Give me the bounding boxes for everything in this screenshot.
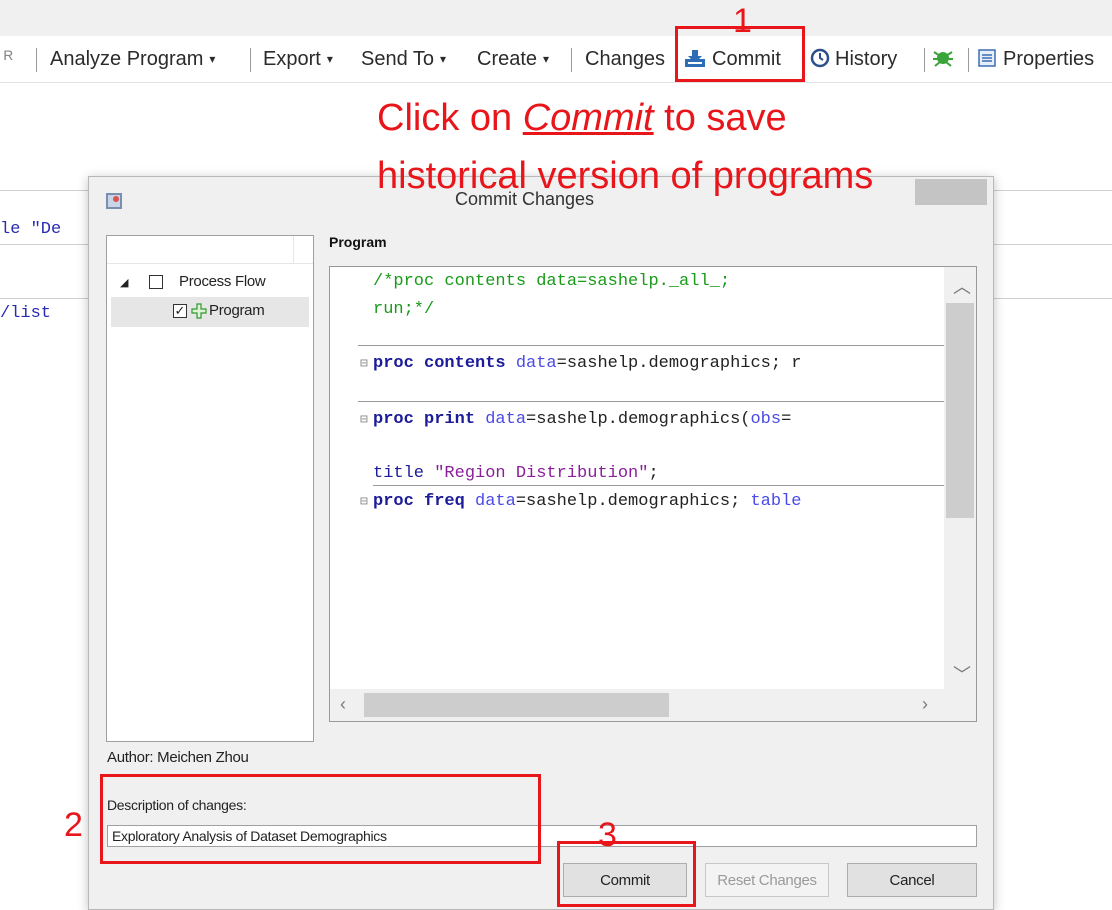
history-button[interactable]: History bbox=[810, 46, 897, 72]
horizontal-scroll-thumb[interactable] bbox=[364, 693, 669, 717]
analyze-program-label: Analyze Program bbox=[50, 48, 204, 70]
code-divider bbox=[373, 485, 946, 486]
toolbar-separator bbox=[924, 48, 925, 72]
code-divider bbox=[358, 345, 946, 346]
reset-changes-button[interactable]: Reset Changes bbox=[705, 863, 829, 897]
code-divider bbox=[358, 401, 946, 402]
process-flow-checkbox[interactable] bbox=[149, 275, 163, 289]
annotation-box-commit-button bbox=[557, 841, 696, 907]
toolbar-separator bbox=[36, 48, 37, 72]
annotation-step-1: 1 bbox=[733, 2, 752, 40]
history-label: History bbox=[835, 48, 898, 70]
export-label: Export bbox=[263, 48, 321, 70]
program-checkbox[interactable]: ✓ bbox=[173, 304, 187, 318]
scroll-down-icon[interactable]: ﹀ bbox=[953, 661, 971, 687]
cancel-button[interactable]: Cancel bbox=[847, 863, 977, 897]
changes-tree: ◢ Process Flow ✓ Program bbox=[106, 235, 314, 742]
scroll-left-icon[interactable]: ‹ bbox=[340, 694, 346, 715]
background-code-line: le "De bbox=[0, 220, 62, 239]
author-label: Author: Meichen Zhou bbox=[107, 749, 249, 766]
code-line: proc freq data=sashelp.demographics; tab… bbox=[373, 492, 802, 511]
tree-item-process-flow[interactable]: Process Flow bbox=[179, 273, 266, 290]
toolbar-separator bbox=[571, 48, 572, 72]
changes-button[interactable]: Changes bbox=[585, 46, 665, 72]
chevron-down-icon: ▾ bbox=[543, 52, 550, 66]
code-comment-line: /*proc contents data=sashelp._all_; bbox=[373, 272, 731, 291]
code-line: proc contents data=sashelp.demographics;… bbox=[373, 354, 802, 373]
scroll-up-icon[interactable]: ︿ bbox=[953, 273, 971, 299]
export-menu[interactable]: Export ▾ bbox=[263, 46, 333, 72]
chevron-down-icon: ▾ bbox=[326, 52, 333, 66]
code-viewer[interactable]: /*proc contents data=sashelp._all_; run;… bbox=[329, 266, 977, 722]
program-label: Program bbox=[329, 234, 387, 250]
properties-icon bbox=[978, 49, 996, 67]
scroll-right-icon[interactable]: › bbox=[922, 694, 928, 715]
annotation-callout-line1: Click on Commit to save bbox=[377, 97, 787, 139]
annotation-box-description bbox=[100, 774, 541, 864]
create-label: Create bbox=[477, 48, 538, 70]
app-icon bbox=[106, 193, 122, 209]
expand-arrow-icon[interactable]: ◢ bbox=[120, 276, 128, 289]
vertical-scroll-thumb[interactable] bbox=[946, 303, 974, 518]
send-to-label: Send To bbox=[361, 48, 435, 70]
code-comment-line: run;*/ bbox=[373, 300, 435, 319]
create-menu[interactable]: Create ▾ bbox=[477, 46, 549, 72]
properties-button[interactable]: Properties bbox=[977, 46, 1094, 72]
collapse-icon[interactable]: ⊟ bbox=[360, 412, 368, 427]
annotation-step-3: 3 bbox=[598, 816, 617, 854]
code-line: proc print data=sashelp.demographics(obs… bbox=[373, 410, 792, 429]
chevron-down-icon: ▾ bbox=[440, 52, 447, 66]
collapse-icon[interactable]: ⊟ bbox=[360, 494, 368, 509]
annotation-step-2: 2 bbox=[64, 806, 83, 844]
horizontal-scrollbar[interactable]: ‹ › bbox=[330, 689, 946, 721]
background-code-line: /list bbox=[0, 304, 52, 323]
tree-header-line bbox=[107, 263, 313, 264]
bug-icon[interactable] bbox=[932, 46, 954, 72]
toolbar-separator bbox=[250, 48, 251, 72]
annotation-callout-line2: historical version of programs bbox=[377, 155, 874, 197]
properties-label: Properties bbox=[1003, 48, 1095, 70]
program-plus-icon bbox=[191, 303, 207, 319]
analyze-program-menu[interactable]: Analyze Program ▾ bbox=[50, 46, 215, 72]
close-button[interactable] bbox=[915, 179, 987, 205]
history-icon bbox=[810, 48, 830, 68]
toolbar-separator bbox=[968, 48, 969, 72]
collapse-icon[interactable]: ⊟ bbox=[360, 356, 368, 371]
code-line: title "Region Distribution"; bbox=[373, 464, 659, 483]
tree-item-program[interactable]: Program bbox=[209, 302, 265, 319]
vertical-scrollbar[interactable]: ︿ ﹀ bbox=[944, 267, 976, 721]
chevron-down-icon: ▾ bbox=[209, 52, 216, 66]
title-strip bbox=[0, 0, 1112, 36]
tree-header-divider bbox=[293, 236, 294, 263]
send-to-menu[interactable]: Send To ▾ bbox=[361, 46, 446, 72]
search-icon[interactable]: ᴿ bbox=[4, 46, 13, 72]
